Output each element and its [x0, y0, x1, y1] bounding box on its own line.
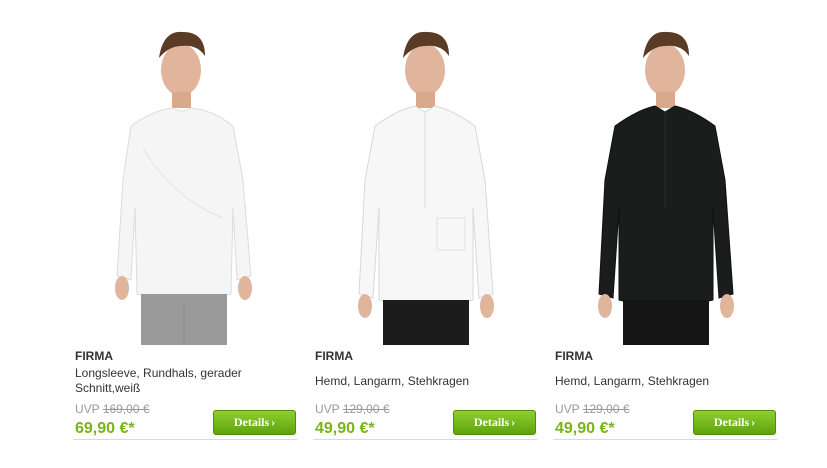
product-card[interactable]: FIRMA Longsleeve, Rundhals, gerader Schn…	[73, 0, 299, 468]
divider	[73, 439, 297, 440]
sale-price: 49,90 €*	[555, 420, 615, 437]
brand-label: FIRMA	[75, 349, 113, 363]
sale-price: 49,90 €*	[315, 420, 375, 437]
product-grid: FIRMA Longsleeve, Rundhals, gerader Schn…	[0, 0, 827, 468]
uvp-label: UVP	[315, 402, 340, 416]
model-white-shirt-image	[358, 31, 494, 345]
divider	[313, 439, 537, 440]
chevron-right-icon: ›	[751, 415, 756, 429]
uvp-old-price: 169,00 €	[102, 402, 150, 416]
product-name[interactable]: Hemd, Langarm, Stehkragen	[555, 374, 755, 389]
details-label: Details	[233, 415, 270, 429]
brand-label: FIRMA	[555, 349, 593, 363]
product-image[interactable]	[553, 8, 779, 345]
divider	[553, 439, 777, 440]
uvp-old-price: 129,00 €	[342, 402, 390, 416]
uvp-old-price: 129,00 €	[582, 402, 630, 416]
chevron-right-icon: ›	[511, 415, 516, 429]
product-image[interactable]	[73, 8, 299, 345]
details-label: Details	[473, 415, 510, 429]
product-card[interactable]: FIRMA Hemd, Langarm, Stehkragen UVP 129,…	[553, 0, 779, 468]
details-button[interactable]: Details ›	[453, 410, 536, 435]
uvp-label: UVP	[555, 402, 580, 416]
model-black-shirt-image	[598, 31, 734, 345]
product-card[interactable]: FIRMA Hemd, Langarm, Stehkragen UVP 129,…	[313, 0, 539, 468]
uvp-price: UVP 129,00 €	[315, 402, 390, 416]
model-longsleeve-image	[115, 31, 252, 345]
product-name[interactable]: Hemd, Langarm, Stehkragen	[315, 374, 515, 389]
product-name[interactable]: Longsleeve, Rundhals, gerader Schnitt,we…	[75, 366, 275, 396]
uvp-price: UVP 129,00 €	[555, 402, 630, 416]
details-button[interactable]: Details ›	[693, 410, 776, 435]
details-label: Details	[713, 415, 750, 429]
chevron-right-icon: ›	[271, 415, 276, 429]
uvp-price: UVP 169,00 €	[75, 402, 150, 416]
details-button[interactable]: Details ›	[213, 410, 296, 435]
brand-label: FIRMA	[315, 349, 353, 363]
product-image[interactable]	[313, 8, 539, 345]
uvp-label: UVP	[75, 402, 100, 416]
sale-price: 69,90 €*	[75, 420, 135, 437]
